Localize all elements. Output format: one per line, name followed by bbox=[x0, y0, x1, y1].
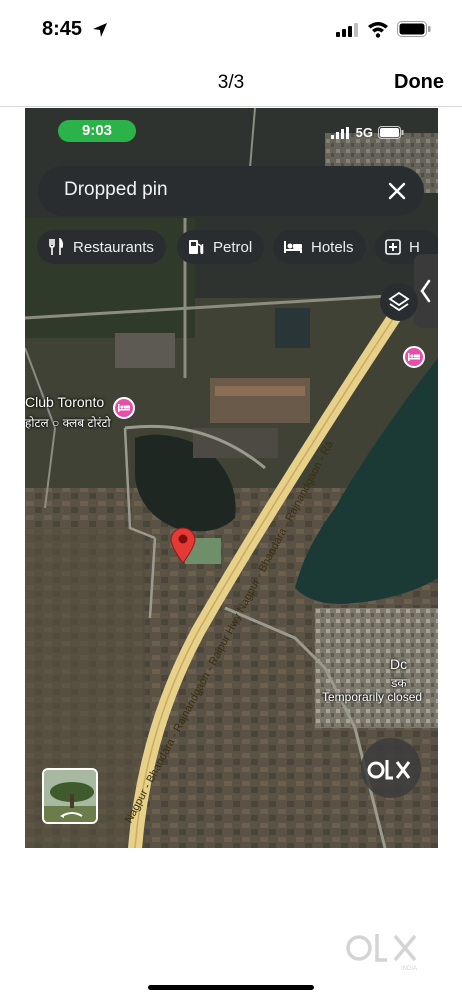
club-toronto-marker[interactable] bbox=[113, 397, 135, 419]
inner-network-label: 5G bbox=[355, 125, 373, 140]
satellite-map[interactable] bbox=[25, 108, 438, 848]
status-time: 8:45 bbox=[42, 18, 83, 40]
chip-label: H bbox=[409, 238, 420, 256]
map-screenshot[interactable]: Nagpur - Bhandara - Rajnandgaon - Raipur… bbox=[25, 108, 438, 848]
done-button[interactable]: Done bbox=[394, 71, 444, 94]
dc-label: Dc bbox=[390, 656, 408, 672]
olx-india-watermark: INDIA bbox=[346, 934, 417, 972]
wifi-icon bbox=[368, 22, 388, 38]
image-counter: 3/3 bbox=[217, 72, 245, 93]
bed-icon bbox=[118, 404, 130, 412]
inner-battery-icon bbox=[378, 126, 404, 139]
fuel-pump-icon bbox=[189, 240, 204, 255]
watermark-sub-text: INDIA bbox=[401, 966, 417, 972]
cellular-signal-icon bbox=[336, 23, 358, 37]
chip-label: Petrol bbox=[213, 238, 253, 256]
olx-watermark-overlay bbox=[361, 738, 421, 798]
tree-thumbnail-image bbox=[44, 770, 96, 822]
close-icon[interactable] bbox=[384, 178, 410, 204]
layers-icon bbox=[388, 291, 410, 312]
dc-local-label: डक bbox=[391, 676, 407, 690]
inner-signal-icon bbox=[330, 126, 349, 139]
fork-knife-icon bbox=[49, 238, 64, 255]
hospital-icon bbox=[385, 239, 401, 255]
club-toronto-label: Club Toronto bbox=[25, 394, 105, 410]
chip-restaurants[interactable]: Restaurants bbox=[37, 230, 166, 264]
bed-icon bbox=[284, 241, 302, 253]
hotel-poi-marker[interactable] bbox=[403, 346, 425, 368]
olx-logo-icon bbox=[367, 760, 411, 780]
chip-label: Restaurants bbox=[73, 238, 154, 256]
chip-petrol[interactable]: Petrol bbox=[177, 230, 265, 264]
viewer-nav-bar: 3/3 Done bbox=[0, 60, 462, 107]
bed-icon bbox=[408, 353, 420, 361]
status-bar: 8:45 bbox=[0, 0, 462, 60]
club-toronto-local-label: होटल ○ क्लब टोरंटो bbox=[25, 416, 111, 430]
location-arrow-icon bbox=[93, 23, 107, 37]
battery-icon bbox=[397, 21, 431, 37]
chip-hotels[interactable]: Hotels bbox=[273, 230, 366, 264]
inner-status-time: 9:03 bbox=[58, 120, 136, 142]
inner-status-indicators: 5G bbox=[330, 125, 404, 140]
chip-label: Hotels bbox=[311, 238, 354, 256]
street-view-thumbnail[interactable] bbox=[42, 768, 98, 824]
layers-button[interactable] bbox=[380, 283, 418, 321]
search-query[interactable]: Dropped pin bbox=[64, 179, 168, 201]
dropped-pin-marker[interactable] bbox=[169, 526, 197, 564]
home-indicator[interactable] bbox=[148, 985, 314, 990]
dc-status-label: Temporarily closed bbox=[322, 690, 423, 704]
search-bar[interactable]: Dropped pin bbox=[38, 166, 424, 216]
